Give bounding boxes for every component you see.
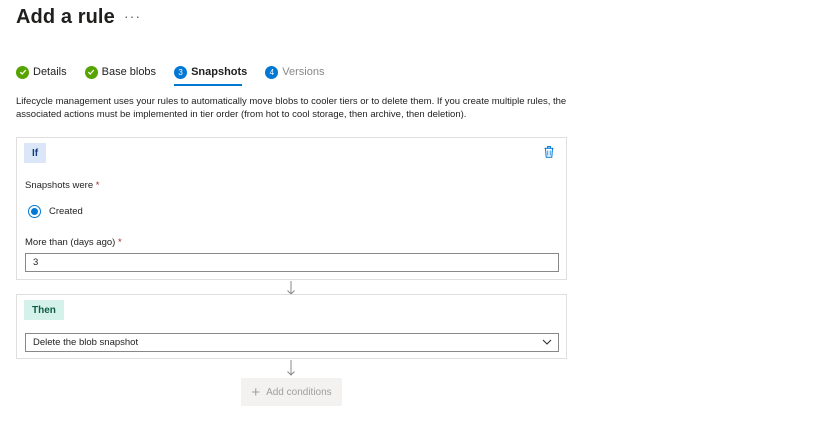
days-ago-input[interactable]: 3 (25, 253, 559, 272)
step-number-badge: 4 (265, 65, 279, 79)
step-label: Details (33, 66, 67, 78)
arrow-down-icon (287, 360, 295, 376)
then-tag: Then (24, 300, 64, 320)
step-label: Versions (282, 66, 325, 78)
add-conditions-button[interactable]: + Add conditions (241, 378, 342, 406)
check-icon (16, 65, 29, 79)
active-step-indicator (174, 84, 243, 86)
if-block: If Snapshots were * Created More than (d… (16, 137, 567, 280)
radio-created[interactable]: Created (28, 205, 83, 218)
radio-button[interactable] (28, 205, 41, 218)
step-label: Base blobs (101, 66, 157, 78)
page-title: Add a rule (16, 6, 115, 28)
step-number-badge: 3 (174, 65, 188, 79)
check-icon (84, 65, 98, 79)
required-mark: * (95, 180, 100, 191)
required-mark: * (117, 237, 122, 248)
if-tag: If (24, 143, 47, 163)
step-label: Snapshots (191, 66, 248, 78)
delete-icon[interactable] (544, 146, 554, 158)
step-versions[interactable]: 4 Versions (265, 64, 325, 80)
step-snapshots[interactable]: 3 Snapshots (174, 64, 248, 86)
more-options-button[interactable]: ··· (124, 8, 141, 24)
step-base-blobs[interactable]: Base blobs (84, 64, 157, 80)
wizard-steps: Details Base blobs 3 Snapshots 4 Version… (16, 64, 343, 88)
then-block: Then Delete the blob snapshot (16, 294, 567, 359)
days-ago-label: More than (days ago) * (25, 237, 122, 248)
chevron-down-icon (542, 339, 552, 345)
add-conditions-label: Add conditions (266, 386, 332, 398)
step-details[interactable]: Details (16, 64, 67, 80)
plus-icon: + (251, 383, 261, 401)
action-dropdown-value: Delete the blob snapshot (33, 337, 139, 348)
radio-label: Created (49, 206, 83, 217)
snapshots-were-label: Snapshots were * (25, 180, 100, 191)
action-dropdown[interactable]: Delete the blob snapshot (25, 333, 559, 352)
arrow-down-icon (287, 281, 295, 295)
description-text: Lifecycle management uses your rules to … (16, 96, 567, 120)
